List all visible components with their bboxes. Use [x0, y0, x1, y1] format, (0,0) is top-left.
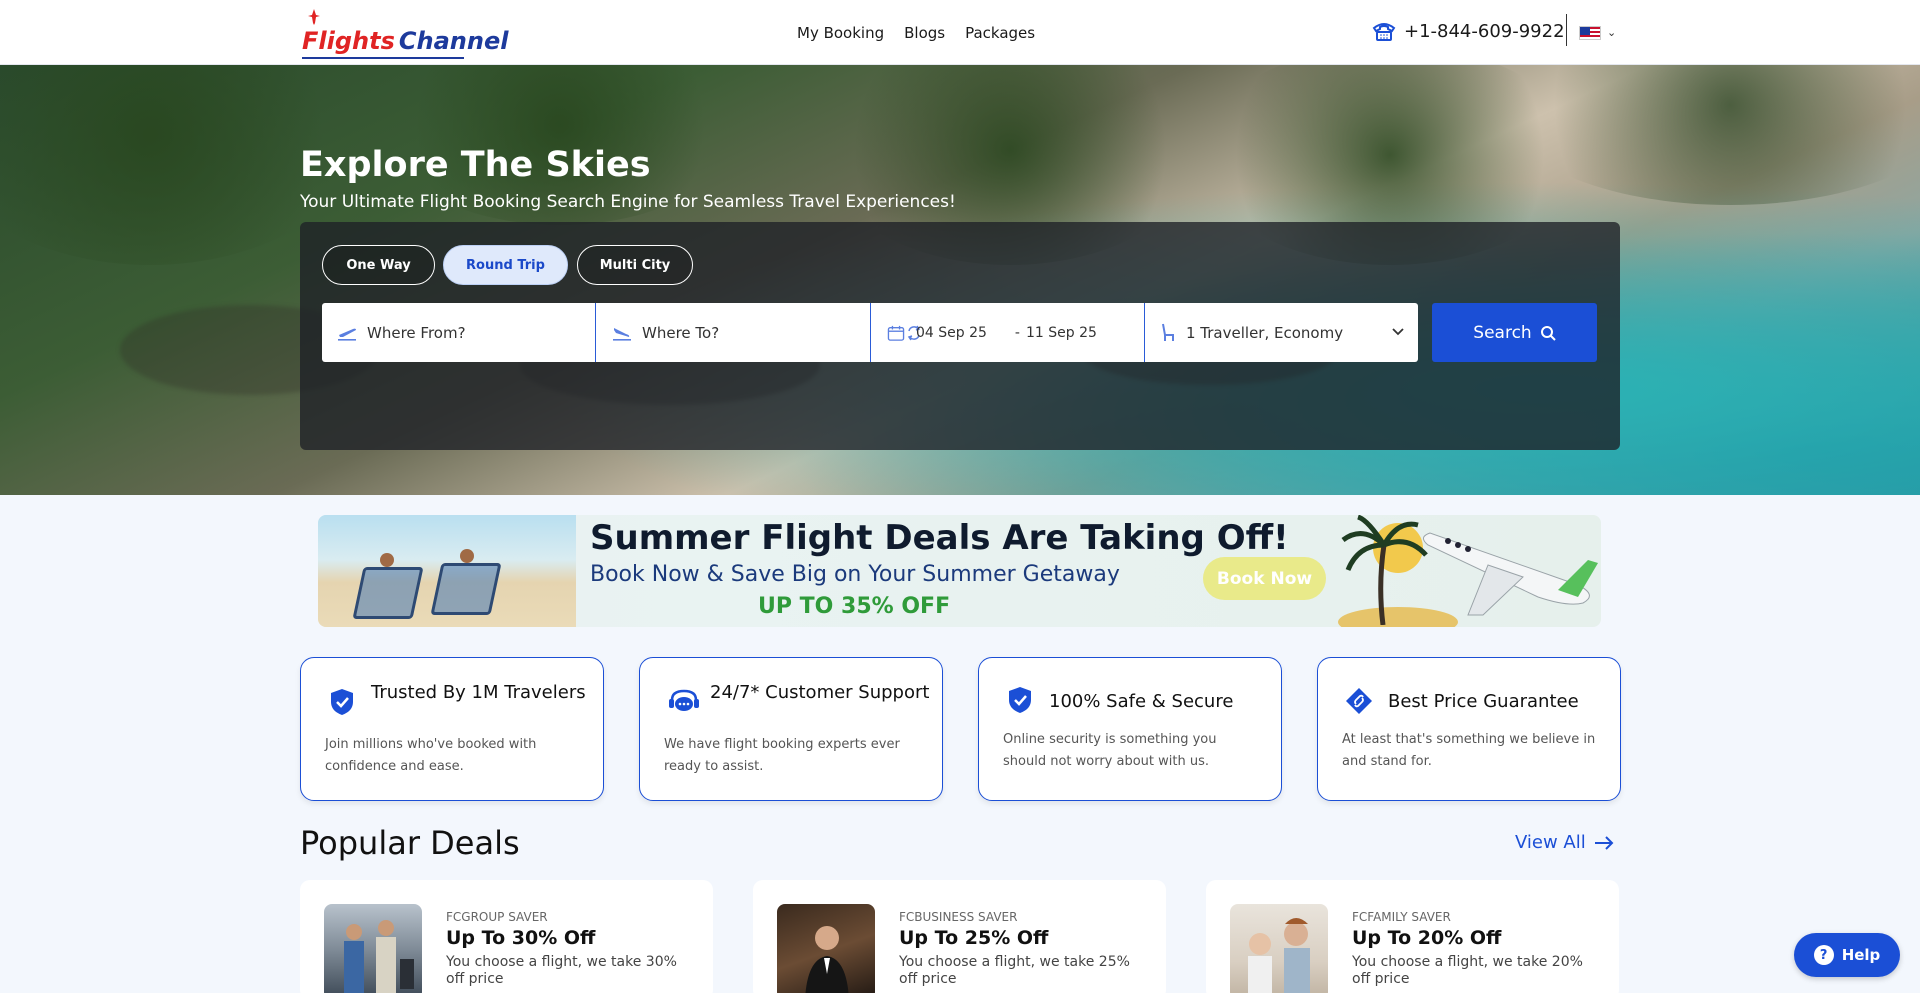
to-field[interactable]: Where To?: [612, 303, 867, 362]
feature-desc: At least that's something we believe in …: [1342, 732, 1596, 769]
main-nav: My Booking Blogs Packages: [797, 24, 1035, 42]
feature-card-trusted: Trusted By 1M Travelers Join millions wh…: [300, 657, 604, 801]
beach-chair: [430, 563, 502, 615]
help-icon: ?: [1813, 945, 1834, 965]
deal-desc: You choose a flight, we take 20% off pri…: [1352, 954, 1583, 987]
deal-title: Up To 30% Off: [446, 927, 596, 949]
banner-beach-image: [318, 515, 576, 627]
field-separator: [1144, 303, 1145, 362]
view-all-label: View All: [1515, 832, 1586, 853]
search-button-label: Search: [1473, 322, 1532, 343]
person: [460, 549, 474, 563]
feature-title: Trusted By 1M Travelers: [371, 682, 586, 703]
price-tag-icon: [1346, 688, 1372, 714]
search-form: Where From? Where To? 04 Sep 25 - 11 Sep…: [322, 303, 1418, 362]
deal-image: [1230, 904, 1328, 993]
to-placeholder: Where To?: [642, 323, 720, 342]
help-button[interactable]: ? Help: [1794, 933, 1900, 977]
logo-text-channel: Channel: [398, 27, 509, 55]
site-header: Flights Channel My Booking Blogs Package…: [0, 0, 1920, 65]
support-chat-icon: [669, 689, 699, 711]
banner-discount: UP TO 35% OFF: [758, 594, 951, 619]
landing-icon: [613, 327, 631, 341]
feature-card-price: Best Price Guarantee At least that's som…: [1317, 657, 1621, 801]
site-logo[interactable]: Flights Channel: [302, 9, 509, 59]
deal-code: FCGROUP SAVER: [446, 910, 548, 924]
us-flag-icon[interactable]: [1579, 26, 1601, 40]
deal-card-family[interactable]: FCFAMILY SAVER Up To 20% Off You choose …: [1206, 880, 1619, 993]
phone-link[interactable]: +1-844-609-9922: [1372, 20, 1565, 42]
search-icon: [1540, 325, 1556, 341]
feature-card-secure: 100% Safe & Secure Online security is so…: [978, 657, 1282, 801]
field-separator: [870, 303, 871, 362]
hero-title: Explore The Skies: [300, 145, 651, 185]
seat-icon: [1162, 323, 1174, 341]
deal-title: Up To 20% Off: [1352, 927, 1502, 949]
travellers-value: 1 Traveller, Economy: [1186, 323, 1344, 342]
deal-desc: You choose a flight, we take 30% off pri…: [446, 954, 677, 987]
feature-title: Best Price Guarantee: [1388, 691, 1579, 712]
feature-title: 100% Safe & Secure: [1049, 691, 1234, 712]
popular-deals-heading: Popular Deals: [300, 824, 520, 862]
deal-card-group[interactable]: FCGROUP SAVER Up To 30% Off You choose a…: [300, 880, 713, 993]
calendar-icon: [887, 325, 905, 341]
promo-banner[interactable]: Summer Flight Deals Are Taking Off! Book…: [318, 515, 1601, 627]
shield-check-icon: [331, 689, 353, 715]
feature-desc: Join millions who've booked with confide…: [325, 737, 537, 774]
date-field[interactable]: 04 Sep 25 - 11 Sep 25: [886, 303, 1141, 362]
book-now-button[interactable]: Book Now: [1203, 557, 1326, 600]
banner-title: Summer Flight Deals Are Taking Off!: [590, 518, 1289, 558]
deal-desc: You choose a flight, we take 25% off pri…: [899, 954, 1130, 987]
person: [380, 553, 394, 567]
chevron-down-icon[interactable]: ⌄: [1607, 26, 1616, 39]
deal-image: [777, 904, 875, 993]
feature-desc: Online security is something you should …: [1003, 732, 1217, 769]
return-date: 11 Sep 25: [1025, 324, 1097, 341]
nav-my-booking[interactable]: My Booking: [797, 24, 884, 42]
banner-subtitle: Book Now & Save Big on Your Summer Getaw…: [590, 562, 1120, 587]
deal-title: Up To 25% Off: [899, 927, 1049, 949]
chevron-down-icon[interactable]: [1392, 326, 1404, 338]
airplane-icon: [1423, 532, 1598, 616]
logo-underline: [302, 57, 464, 59]
logo-text-flights: Flights: [302, 27, 395, 55]
date-separator: -: [1014, 324, 1020, 341]
trip-multi-city[interactable]: Multi City: [577, 245, 693, 285]
deal-code: FCFAMILY SAVER: [1352, 910, 1451, 924]
feature-title: 24/7* Customer Support: [710, 682, 930, 703]
trip-one-way[interactable]: One Way: [322, 245, 435, 285]
nav-blogs[interactable]: Blogs: [904, 24, 945, 42]
travellers-field[interactable]: 1 Traveller, Economy: [1160, 303, 1410, 362]
depart-date: 04 Sep 25: [916, 324, 987, 341]
nav-packages[interactable]: Packages: [965, 24, 1035, 42]
trip-round-trip[interactable]: Round Trip: [443, 245, 568, 285]
takeoff-icon: [338, 328, 356, 341]
header-divider: [1566, 14, 1567, 46]
arrow-right-icon: [1594, 835, 1614, 850]
search-button[interactable]: Search: [1432, 303, 1597, 362]
from-placeholder: Where From?: [367, 323, 466, 342]
view-all-link[interactable]: View All: [1515, 832, 1614, 853]
hero-subtitle: Your Ultimate Flight Booking Search Engi…: [300, 192, 956, 212]
deal-code: FCBUSINESS SAVER: [899, 910, 1018, 924]
feature-card-support: 24/7* Customer Support We have flight bo…: [639, 657, 943, 801]
feature-desc: We have flight booking experts ever read…: [664, 737, 900, 774]
beach-chair: [352, 567, 424, 619]
phone-icon: [1372, 23, 1396, 41]
shield-check-icon: [1009, 687, 1031, 713]
field-separator: [595, 303, 596, 362]
deal-image: [324, 904, 422, 993]
deal-card-business[interactable]: FCBUSINESS SAVER Up To 25% Off You choos…: [753, 880, 1166, 993]
phone-number: +1-844-609-9922: [1404, 20, 1565, 42]
logo-plane-icon: [308, 9, 320, 25]
help-label: Help: [1841, 946, 1881, 964]
from-field[interactable]: Where From?: [337, 303, 592, 362]
